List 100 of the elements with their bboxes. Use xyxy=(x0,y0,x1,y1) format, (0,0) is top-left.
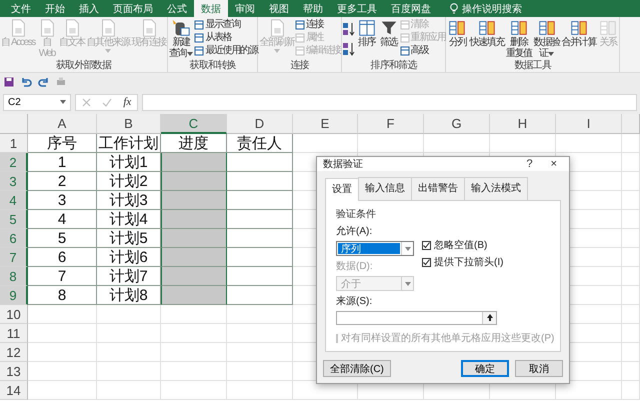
column-header[interactable]: F xyxy=(358,114,424,134)
ribbon-tab[interactable]: 帮助 xyxy=(296,0,330,17)
check-icon[interactable] xyxy=(102,98,112,106)
ribbon-button[interactable]: 分列 xyxy=(446,18,468,48)
caret-icon xyxy=(105,48,112,52)
table-cell xyxy=(490,134,556,153)
row-header[interactable]: 14 xyxy=(0,381,28,400)
cancel-icon[interactable] xyxy=(82,98,91,106)
collapse-icon[interactable] xyxy=(486,314,492,322)
section-label: 验证条件 xyxy=(336,208,377,221)
dialog-button[interactable]: 取消 xyxy=(515,360,563,377)
source-field[interactable] xyxy=(336,311,497,325)
column-header[interactable]: D xyxy=(227,114,293,134)
row-header[interactable]: 2 xyxy=(0,153,28,172)
row-header[interactable]: 1 xyxy=(0,134,28,153)
field-label: 来源(S): xyxy=(336,294,374,308)
table-cell: 计划6 xyxy=(97,248,161,267)
select-all-corner[interactable] xyxy=(0,114,28,134)
checkbox[interactable]: 忽略空值(B) xyxy=(422,238,504,252)
table-cell: 5 xyxy=(28,229,97,248)
ribbon-button[interactable]: 数据验 证 xyxy=(532,18,561,59)
column-header[interactable]: I xyxy=(556,114,622,134)
ribbon-button[interactable]: 合并计算 xyxy=(560,18,597,48)
ribbon-tab[interactable]: 视图 xyxy=(262,0,296,17)
column-header[interactable]: H xyxy=(490,114,556,134)
row-header[interactable]: 8 xyxy=(0,267,28,286)
table-cell xyxy=(622,229,640,248)
column-header[interactable]: G xyxy=(424,114,490,134)
ribbon-tab[interactable]: 审阅 xyxy=(228,0,262,17)
row-header[interactable]: 13 xyxy=(0,362,28,381)
ribbon-tab[interactable]: 插入 xyxy=(72,0,106,17)
ribbon-tab[interactable]: 文件 xyxy=(4,0,38,17)
table-cell: 进度 xyxy=(161,134,227,153)
document-icon xyxy=(294,46,305,56)
row-header[interactable]: 7 xyxy=(0,248,28,267)
dialog-button[interactable]: 全部清除(C) xyxy=(323,360,391,377)
table-cell: 计划1 xyxy=(97,153,161,172)
dropdown[interactable]: 序列 xyxy=(336,241,414,256)
ribbon-button[interactable]: 删除 重复值 xyxy=(504,18,533,59)
undo-icon[interactable] xyxy=(20,76,32,86)
ribbon-button[interactable]: 显示查询 xyxy=(194,18,258,31)
document-icon xyxy=(294,32,305,42)
row-header[interactable]: 5 xyxy=(0,210,28,229)
table-cell xyxy=(622,286,640,305)
dialog-tab[interactable]: 输入法模式 xyxy=(464,177,528,200)
ribbon-tab[interactable]: 更多工具 xyxy=(330,0,384,17)
checkmark-icon xyxy=(423,258,430,266)
name-box[interactable]: C2 xyxy=(3,94,71,110)
ribbon-tab[interactable]: 百度网盘 xyxy=(384,0,438,17)
table-cell xyxy=(97,324,161,343)
row-header[interactable]: 6 xyxy=(0,229,28,248)
ribbon-button[interactable]: 连接 xyxy=(294,18,341,31)
group-label: 数据工具 xyxy=(513,60,552,72)
dialog-tab[interactable]: 设置 xyxy=(325,178,359,201)
column-header[interactable]: A xyxy=(28,114,97,134)
formula-input[interactable] xyxy=(142,94,637,110)
save-icon[interactable] xyxy=(4,76,14,86)
table-cell xyxy=(622,153,640,172)
row-header[interactable]: 12 xyxy=(0,343,28,362)
row-header[interactable]: 11 xyxy=(0,324,28,343)
document-icon xyxy=(400,20,410,30)
table-cell: 序号 xyxy=(28,134,97,153)
row-header[interactable]: 4 xyxy=(0,191,28,210)
ribbon-tab[interactable]: 页面布局 xyxy=(106,0,160,17)
row-header[interactable]: 9 xyxy=(0,286,28,305)
ribbon-button[interactable]: 最近使用的源 xyxy=(194,44,258,57)
close-button[interactable]: × xyxy=(544,158,563,170)
redo-icon[interactable] xyxy=(38,76,50,86)
ribbon-button[interactable]: 快速填充 xyxy=(468,18,505,48)
group-label: 获取外部数据 xyxy=(54,60,113,72)
ribbon-button[interactable]: 高级 xyxy=(400,44,446,57)
group-label: 获取和转换 xyxy=(188,60,237,72)
row-header[interactable]: 10 xyxy=(0,305,28,324)
table-cell xyxy=(293,134,358,153)
ribbon-tab[interactable]: 数据 xyxy=(194,0,228,17)
row-header[interactable]: 3 xyxy=(0,172,28,191)
ribbon-tab[interactable]: 公式 xyxy=(160,0,194,17)
sort-descending-icon[interactable] xyxy=(342,42,356,56)
table-cell: 1 xyxy=(28,153,97,172)
table-cell xyxy=(622,381,640,400)
ribbon-button[interactable]: 排序 xyxy=(356,18,378,48)
insert-function-button[interactable]: fx xyxy=(123,96,132,108)
document-icon xyxy=(194,46,204,56)
dialog-button[interactable]: 确定 xyxy=(461,360,509,377)
column-header[interactable]: E xyxy=(293,114,358,134)
column-header[interactable] xyxy=(622,114,640,134)
help-button[interactable]: ? xyxy=(520,158,539,170)
column-header[interactable]: C xyxy=(161,114,227,134)
ribbon-button[interactable]: 新建 查询 xyxy=(168,18,194,59)
ribbon-tab[interactable]: 开始 xyxy=(38,0,72,17)
sort-ascending-icon[interactable] xyxy=(342,22,356,36)
table-cell: 7 xyxy=(28,267,97,286)
ribbon-button[interactable]: 筛选 xyxy=(378,18,400,48)
column-header[interactable]: B xyxy=(97,114,161,134)
caret-icon xyxy=(187,52,194,56)
ribbon-button[interactable]: 从表格 xyxy=(194,31,258,44)
checkmark-icon xyxy=(423,242,430,248)
search-field[interactable]: 操作说明搜索 xyxy=(462,2,522,16)
printer-icon[interactable] xyxy=(56,76,66,86)
checkbox[interactable]: 提供下拉箭头(I) xyxy=(422,255,504,269)
